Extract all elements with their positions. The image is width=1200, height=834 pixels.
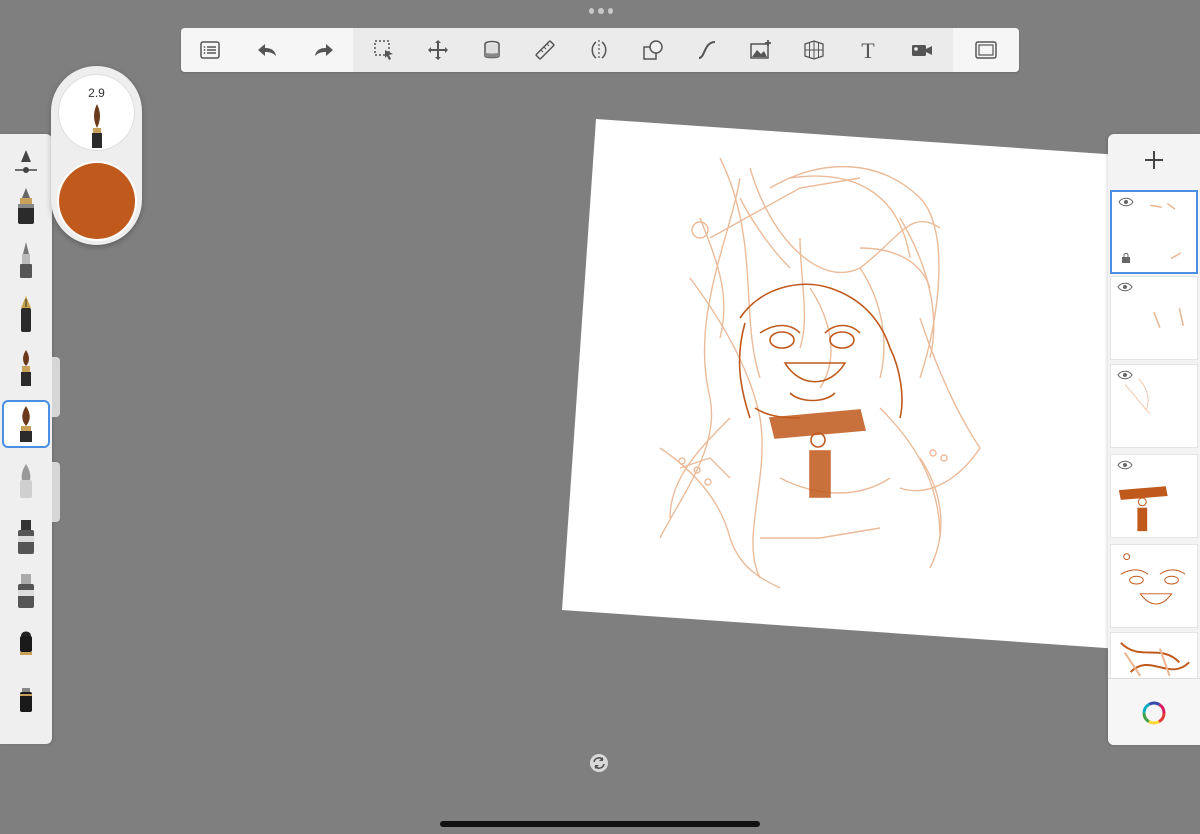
add-image-icon[interactable] xyxy=(744,33,778,67)
ink-pen-icon[interactable] xyxy=(4,184,48,228)
canvas-rotate-reset-icon[interactable] xyxy=(589,753,609,773)
fullscreen-icon[interactable] xyxy=(969,33,1003,67)
layer-1-preview xyxy=(1150,202,1182,260)
layer-2-preview xyxy=(1153,308,1185,329)
selection-icon[interactable] xyxy=(367,33,401,67)
layer-2-thumbnail[interactable] xyxy=(1110,276,1198,360)
paint-brush-icon[interactable] xyxy=(4,346,48,390)
layer-4-preview xyxy=(1118,486,1168,532)
fountain-pen-icon[interactable] xyxy=(4,292,48,336)
layer-5-thumbnail[interactable] xyxy=(1110,544,1198,628)
stroke-icon[interactable] xyxy=(690,33,724,67)
layer-3-thumbnail[interactable] xyxy=(1110,364,1198,448)
sketch-brush-icon[interactable] xyxy=(2,400,50,448)
text-tool-glyph: T xyxy=(861,38,875,62)
add-layer-button[interactable] xyxy=(1108,134,1200,186)
brush-rail-handle-upper[interactable] xyxy=(52,357,60,417)
layer-4-thumbnail[interactable] xyxy=(1110,454,1198,538)
brush-rail-handle-lower[interactable] xyxy=(52,462,60,522)
brush-properties-icon[interactable] xyxy=(4,140,48,184)
toolbar-right-group xyxy=(953,28,1019,72)
top-toolbar: T xyxy=(181,28,1019,72)
toolbar-tools-group: T xyxy=(353,28,953,72)
symmetry-icon[interactable] xyxy=(582,33,616,67)
undo-icon[interactable] xyxy=(250,33,284,67)
layers-panel xyxy=(1108,134,1200,745)
color-editor-button[interactable] xyxy=(1108,678,1200,745)
fill-bucket-icon[interactable] xyxy=(475,33,509,67)
brush-palette xyxy=(0,134,52,744)
marker-1-icon[interactable] xyxy=(4,514,48,558)
color-puck[interactable] xyxy=(59,163,135,239)
layer-1-thumbnail[interactable] xyxy=(1110,190,1198,274)
transform-icon[interactable] xyxy=(421,33,455,67)
current-brush-icon xyxy=(92,104,102,148)
menu-list-icon[interactable] xyxy=(193,33,227,67)
canvas-paper xyxy=(562,119,1120,649)
shapes-icon[interactable] xyxy=(636,33,670,67)
pencil-icon[interactable] xyxy=(4,238,48,282)
plus-icon xyxy=(1145,151,1163,169)
drawing-canvas[interactable] xyxy=(560,118,1120,658)
home-indicator[interactable] xyxy=(440,821,760,827)
brush-size-value: 2.9 xyxy=(88,86,105,100)
brush-size-puck[interactable]: 2.9 xyxy=(58,74,135,151)
record-icon[interactable] xyxy=(905,33,939,67)
chisel-marker-icon[interactable] xyxy=(4,624,48,668)
flat-marker-icon[interactable] xyxy=(4,680,48,724)
toolbar-left-group xyxy=(181,28,353,72)
brush-color-puck[interactable]: 2.9 xyxy=(51,66,142,245)
layer-3-preview xyxy=(1124,378,1151,415)
perspective-icon[interactable] xyxy=(797,33,831,67)
color-wheel-icon xyxy=(1142,701,1166,724)
text-icon[interactable]: T xyxy=(851,33,885,67)
marker-2-icon[interactable] xyxy=(4,568,48,612)
ruler-icon[interactable] xyxy=(528,33,562,67)
redo-icon[interactable] xyxy=(307,33,341,67)
soft-pencil-icon[interactable] xyxy=(4,458,48,502)
multitask-dots[interactable] xyxy=(589,8,613,16)
layer-5-preview xyxy=(1120,553,1186,605)
